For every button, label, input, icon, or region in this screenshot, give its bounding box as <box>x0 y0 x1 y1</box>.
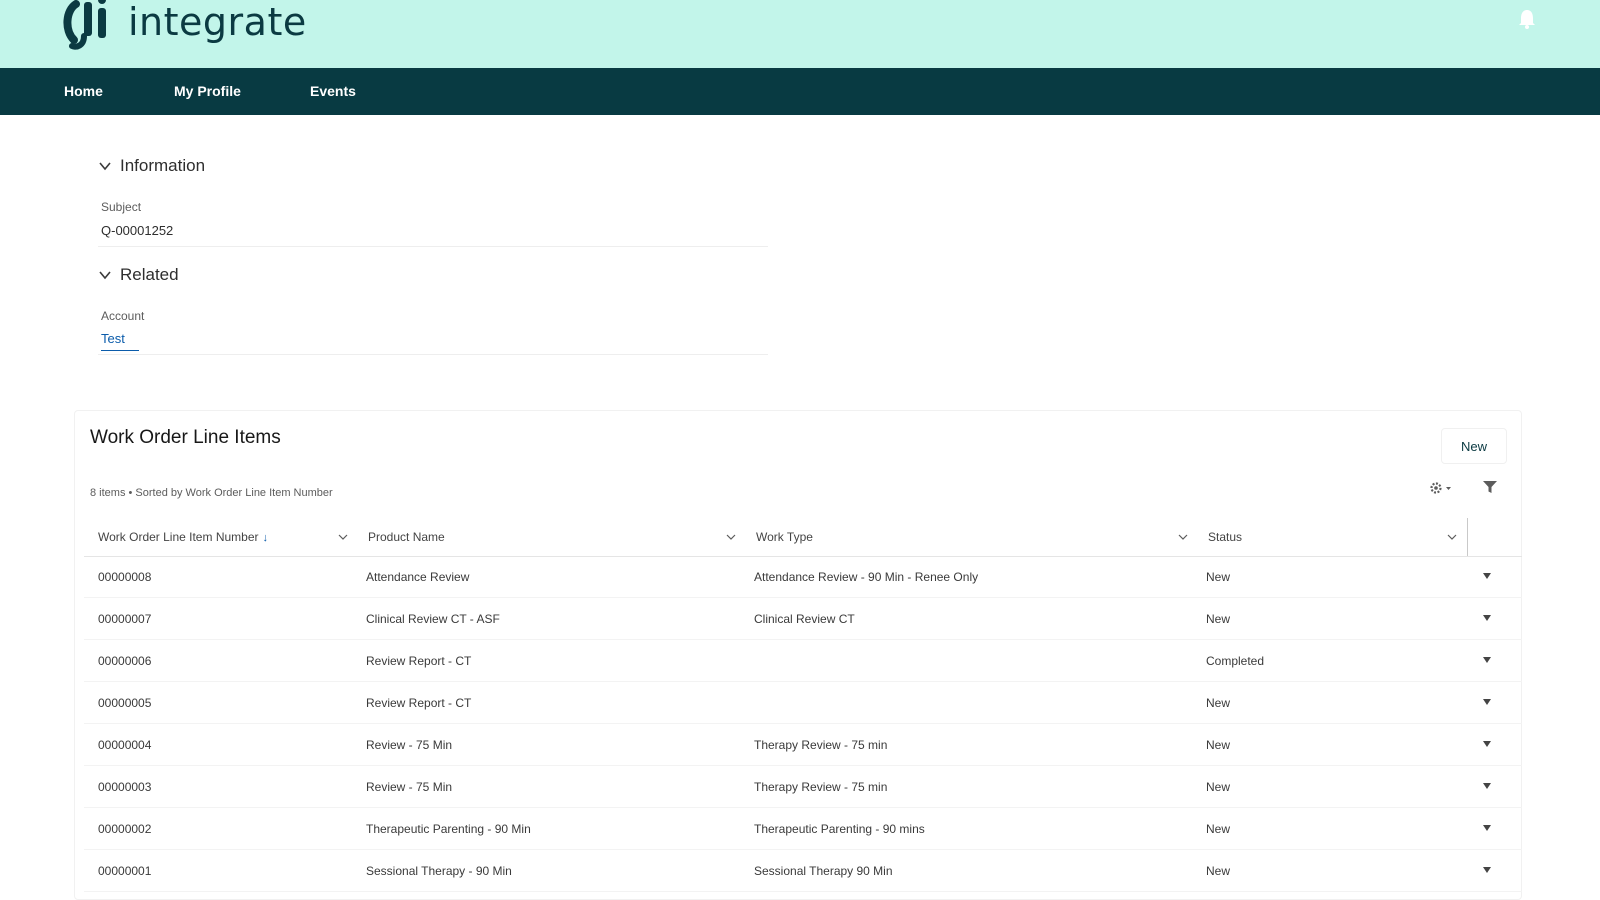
list-settings-button[interactable] <box>1424 478 1456 498</box>
column-header-label: Product Name <box>368 530 445 544</box>
filter-icon[interactable] <box>1481 478 1499 496</box>
account-value: Test <box>101 331 139 351</box>
cell-product-name: Clinical Review CT - ASF <box>366 612 500 626</box>
cell-work-type: Clinical Review CT <box>754 612 855 626</box>
caret-down-icon[interactable] <box>1482 782 1492 790</box>
caret-down-icon[interactable] <box>1482 656 1492 664</box>
caret-down-icon[interactable] <box>1482 824 1492 832</box>
chevron-down-icon <box>99 271 111 280</box>
cell-status: Completed <box>1206 654 1265 668</box>
cell-work-type: Sessional Therapy 90 Min <box>754 864 893 878</box>
account-label: Account <box>101 309 145 323</box>
caret-down-icon[interactable] <box>1482 740 1492 748</box>
table-row: 00000001 Sessional Therapy - 90 Min Sess… <box>84 850 1522 892</box>
cell-status: New <box>1206 822 1231 836</box>
related-title: Related <box>120 265 179 284</box>
chevron-down-icon[interactable] <box>725 531 737 543</box>
table-row: 00000004 Review - 75 Min Therapy Review … <box>84 724 1522 766</box>
nav-home[interactable]: Home <box>64 68 103 115</box>
main-navigation: Home My Profile Events <box>0 68 1600 115</box>
cell-status: New <box>1206 738 1231 752</box>
cell-status: New <box>1206 612 1231 626</box>
cell-status: New <box>1206 864 1231 878</box>
bell-icon[interactable] <box>1517 8 1537 30</box>
related-section-toggle[interactable]: Related <box>98 265 179 285</box>
column-header-status[interactable]: Status <box>1198 518 1468 556</box>
cell-work-type: Therapy Review - 75 min <box>754 738 888 752</box>
table-row: 00000002 Therapeutic Parenting - 90 Min … <box>84 808 1522 850</box>
table-row: 00000007 Clinical Review CT - ASF Clinic… <box>84 598 1522 640</box>
chevron-down-icon[interactable] <box>337 531 349 543</box>
column-header-label: Work Order Line Item Number <box>98 530 259 544</box>
column-header-product-name[interactable]: Product Name <box>358 518 744 556</box>
column-header-work-type[interactable]: Work Type <box>746 518 1199 556</box>
cell-line-item-number[interactable]: 00000001 <box>98 850 151 892</box>
information-section-toggle[interactable]: Information <box>98 156 205 176</box>
column-header-line-item-number[interactable]: Work Order Line Item Number ↓ <box>88 518 358 556</box>
information-title: Information <box>120 156 206 175</box>
cell-product-name: Review Report - CT <box>366 654 472 668</box>
card-title: Work Order Line Items <box>90 427 281 448</box>
cell-line-item-number[interactable]: 00000002 <box>98 808 151 850</box>
table-row: 00000006 Review Report - CT Completed <box>84 640 1522 682</box>
caret-down-icon[interactable] <box>1482 572 1492 580</box>
cell-work-type: Therapy Review - 75 min <box>754 780 888 794</box>
table-row: 00000008 Attendance Review Attendance Re… <box>84 556 1522 598</box>
cell-line-item-number[interactable]: 00000005 <box>98 682 151 724</box>
cell-product-name: Review Report - CT <box>366 696 472 710</box>
brand-logo[interactable]: integrate <box>62 0 307 50</box>
cell-line-item-number[interactable]: 00000003 <box>98 766 151 808</box>
chevron-down-icon[interactable] <box>1446 531 1458 543</box>
gear-icon <box>1429 482 1442 494</box>
cell-line-item-number[interactable]: 00000006 <box>98 640 151 682</box>
cell-product-name: Review - 75 Min <box>366 780 453 794</box>
cell-line-item-number[interactable]: 00000004 <box>98 724 151 766</box>
card-subtitle: 8 items • Sorted by Work Order Line Item… <box>90 487 333 499</box>
caret-down-icon[interactable] <box>1482 614 1492 622</box>
top-header: integrate <box>0 0 1600 68</box>
cell-work-type: Therapeutic Parenting - 90 mins <box>754 822 925 836</box>
new-button[interactable]: New <box>1441 428 1507 464</box>
field-divider <box>98 354 768 355</box>
chevron-down-icon[interactable] <box>1177 531 1189 543</box>
field-divider <box>98 246 768 247</box>
chevron-down-icon <box>99 162 111 171</box>
cell-product-name: Attendance Review <box>366 570 470 584</box>
nav-my-profile[interactable]: My Profile <box>174 68 241 115</box>
brand-name: integrate <box>128 0 307 44</box>
account-link[interactable]: Test <box>101 331 139 351</box>
cell-product-name: Review - 75 Min <box>366 738 453 752</box>
table-row: 00000003 Review - 75 Min Therapy Review … <box>84 766 1522 808</box>
chevron-down-icon <box>1445 486 1451 490</box>
cell-product-name: Therapeutic Parenting - 90 Min <box>366 822 531 836</box>
column-header-label: Work Type <box>756 530 813 544</box>
nav-events[interactable]: Events <box>310 68 356 115</box>
subject-label: Subject <box>101 200 142 214</box>
cell-product-name: Sessional Therapy - 90 Min <box>366 864 512 878</box>
subject-value: Q-00001252 <box>101 223 174 238</box>
table-row: 00000005 Review Report - CT New <box>84 682 1522 724</box>
cell-line-item-number[interactable]: 00000008 <box>98 556 151 598</box>
cell-status: New <box>1206 696 1231 710</box>
column-divider[interactable] <box>1467 518 1468 556</box>
cell-line-item-number[interactable]: 00000007 <box>98 598 151 640</box>
caret-down-icon[interactable] <box>1482 866 1492 874</box>
integrate-logo-icon <box>63 0 106 50</box>
sort-descending-icon: ↓ <box>262 532 269 544</box>
cell-status: New <box>1206 780 1231 794</box>
cell-status: New <box>1206 570 1231 584</box>
column-header-label: Status <box>1208 530 1243 544</box>
caret-down-icon[interactable] <box>1482 698 1492 706</box>
cell-work-type: Attendance Review - 90 Min - Renee Only <box>754 570 979 584</box>
